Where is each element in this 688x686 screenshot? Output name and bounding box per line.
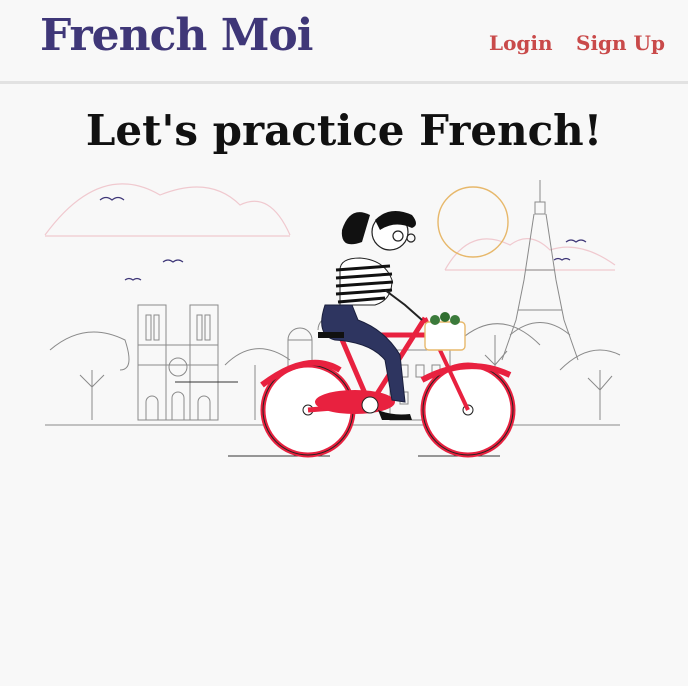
signup-link[interactable]: Sign Up [576,31,665,55]
brand-logo[interactable]: French Moi [40,10,313,61]
top-nav-bar: French Moi Login Sign Up [0,0,688,84]
page-title: Let's practice French! [85,106,603,155]
login-link[interactable]: Login [489,31,553,55]
paris-cyclist-illustration [44,180,621,458]
